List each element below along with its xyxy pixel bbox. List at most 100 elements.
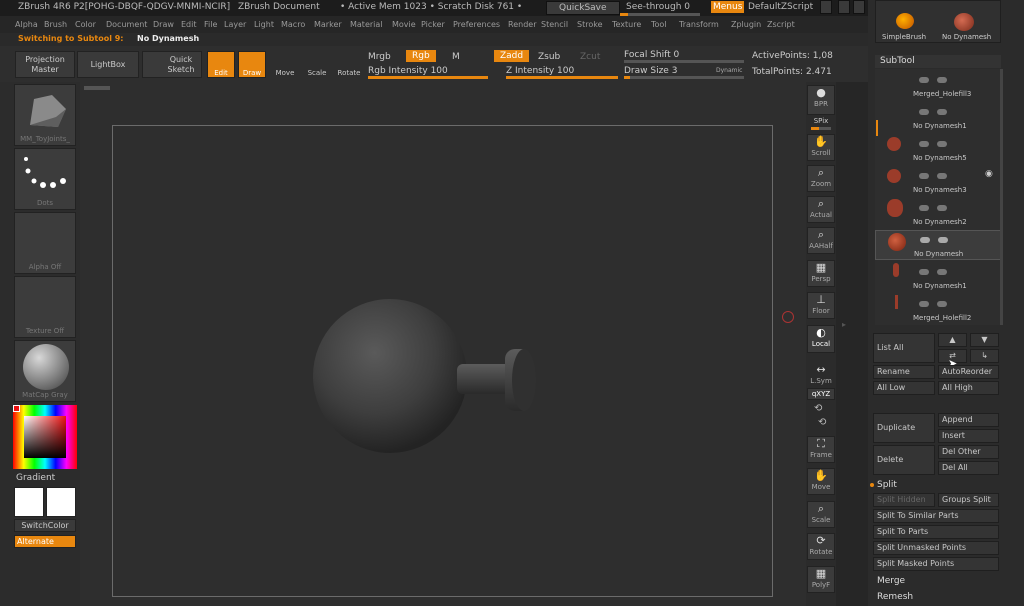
split-unmasked-points-button[interactable]: Split Unmasked Points [873, 541, 999, 555]
menu-zscript[interactable]: Zscript [767, 20, 795, 29]
brush-thumbnail[interactable]: MM_ToyJoints_ [14, 84, 76, 146]
visibility-toggle-icon[interactable] [919, 173, 929, 179]
split-masked-points-button[interactable]: Split Masked Points [873, 557, 999, 571]
draw-button[interactable]: Draw [238, 51, 266, 78]
subtool-row[interactable]: No Dynamesh2 [875, 199, 1001, 229]
stroke-thumbnail[interactable]: Dots [14, 148, 76, 210]
default-zscript-button[interactable]: DefaultZScript [748, 2, 813, 12]
scale-view-button[interactable]: ⌕ Scale [807, 501, 835, 528]
move-view-button[interactable]: ✋ Move [807, 468, 835, 495]
rotate-view-button[interactable]: ⟳ Rotate [807, 533, 835, 560]
split-hidden-button[interactable]: Split Hidden [873, 493, 935, 507]
polypaint-toggle-icon[interactable] [937, 269, 947, 275]
menu-draw[interactable]: Draw [153, 20, 174, 29]
subtool-row[interactable]: Merged_Holefill2 [875, 295, 1001, 325]
duplicate-button[interactable]: Duplicate [873, 413, 935, 443]
polyf-button[interactable]: ▦ PolyF [807, 566, 835, 593]
move-button[interactable]: Move [271, 51, 299, 78]
remesh-section-header[interactable]: Remesh [877, 592, 913, 602]
del-all-button[interactable]: Del All [938, 461, 999, 475]
rotate-y-icon[interactable]: ⟲ [814, 403, 822, 414]
lsym-button[interactable]: ↔ L.Sym [807, 362, 835, 385]
polypaint-toggle-icon[interactable] [937, 173, 947, 179]
menus-button[interactable]: Menus [711, 1, 745, 13]
visibility-toggle-icon[interactable] [919, 301, 929, 307]
move-up-icon[interactable]: ▲ [938, 333, 967, 347]
subtool-row[interactable]: No Dynamesh3 ◉ [875, 167, 1001, 197]
split-to-parts-button[interactable]: Split To Parts [873, 525, 999, 539]
lightbox-button[interactable]: LightBox [77, 51, 139, 78]
document-canvas[interactable] [112, 125, 773, 597]
menu-marker[interactable]: Marker [314, 20, 342, 29]
menu-brush[interactable]: Brush [44, 20, 67, 29]
menu-preferences[interactable]: Preferences [453, 20, 500, 29]
help-icon[interactable] [820, 0, 832, 14]
visibility-toggle-icon[interactable] [919, 269, 929, 275]
subtool-scrollbar[interactable] [1000, 69, 1003, 325]
menu-zplugin[interactable]: Zplugin [731, 20, 761, 29]
rename-button[interactable]: Rename [873, 365, 935, 379]
quick-sketch-button[interactable]: Quick Sketch [142, 51, 202, 78]
color-picker-ring[interactable] [13, 405, 77, 469]
sphere-mesh[interactable] [313, 299, 467, 453]
groups-split-button[interactable]: Groups Split [938, 493, 999, 507]
layout-icon[interactable] [853, 0, 865, 14]
all-low-button[interactable]: All Low [873, 381, 935, 395]
scroll-button[interactable]: ✋ Scroll [807, 134, 835, 161]
xyz-button[interactable]: qXYZ [807, 388, 835, 400]
alpha-thumbnail[interactable]: Alpha Off [14, 212, 76, 274]
rotate-button[interactable]: Rotate [335, 51, 363, 78]
focal-shift-slider[interactable] [624, 60, 744, 63]
zsub-button[interactable]: Zsub [538, 52, 560, 62]
local-button[interactable]: ◐ Local [807, 325, 835, 353]
switchcolor-button[interactable]: SwitchColor [14, 519, 76, 532]
persp-button[interactable]: ▦ Persp [807, 260, 835, 287]
dock-icon[interactable] [838, 0, 850, 14]
draw-size-slider[interactable] [624, 76, 744, 79]
scale-button[interactable]: Scale [303, 51, 331, 78]
split-similar-parts-button[interactable]: Split To Similar Parts [873, 509, 999, 523]
visibility-toggle-icon[interactable] [920, 237, 930, 243]
rgb-intensity-slider[interactable] [368, 76, 488, 79]
subtool-row-selected[interactable]: No Dynamesh [875, 230, 1001, 260]
autoreorder-button[interactable]: AutoReorder [938, 365, 999, 379]
move-down-icon[interactable]: ▼ [970, 333, 999, 347]
aahalf-button[interactable]: ⌕ AAHalf [807, 227, 835, 254]
rgb-button[interactable]: Rgb [406, 50, 436, 62]
primary-color-swatch[interactable] [14, 487, 44, 517]
eye-icon[interactable]: ◉ [985, 169, 993, 179]
rotate-z-icon[interactable]: ⟲ [818, 417, 826, 428]
menu-edit[interactable]: Edit [181, 20, 197, 29]
append-button[interactable]: Append [938, 413, 999, 427]
mrgb-button[interactable]: Mrgb [368, 52, 391, 62]
see-through-slider[interactable]: See-through 0 [626, 2, 690, 12]
focal-shift-label[interactable]: Focal Shift 0 [624, 50, 679, 60]
frame-button[interactable]: ⛶ Frame [807, 436, 835, 463]
polypaint-toggle-icon[interactable] [938, 237, 948, 243]
dynamic-toggle[interactable]: Dynamic [716, 67, 742, 74]
peg-mesh[interactable] [457, 349, 536, 411]
menu-stencil[interactable]: Stencil [541, 20, 568, 29]
floor-button[interactable]: ⊥ Floor [807, 292, 835, 319]
secondary-color-swatch[interactable] [46, 487, 76, 517]
menu-macro[interactable]: Macro [281, 20, 305, 29]
menu-texture[interactable]: Texture [612, 20, 641, 29]
polypaint-toggle-icon[interactable] [937, 77, 947, 83]
polypaint-toggle-icon[interactable] [937, 301, 947, 307]
menu-render[interactable]: Render [508, 20, 536, 29]
current-tool-icon[interactable] [954, 13, 974, 31]
tray-collapse-icon[interactable]: ▸ [842, 320, 846, 329]
simplebrush-icon[interactable] [896, 13, 914, 29]
polypaint-toggle-icon[interactable] [937, 141, 947, 147]
menu-color[interactable]: Color [75, 20, 96, 29]
menu-transform[interactable]: Transform [679, 20, 719, 29]
menu-movie[interactable]: Movie [392, 20, 416, 29]
delete-button[interactable]: Delete [873, 445, 935, 475]
visibility-toggle-icon[interactable] [919, 77, 929, 83]
edit-button[interactable]: Edit [207, 51, 235, 78]
subtool-row[interactable]: Merged_Holefill3 [875, 71, 1001, 101]
visibility-toggle-icon[interactable] [919, 141, 929, 147]
spix-slider[interactable]: SPix [807, 117, 835, 131]
canvas-scroll-handle[interactable] [84, 86, 110, 90]
material-thumbnail[interactable]: MatCap Gray [14, 340, 76, 402]
